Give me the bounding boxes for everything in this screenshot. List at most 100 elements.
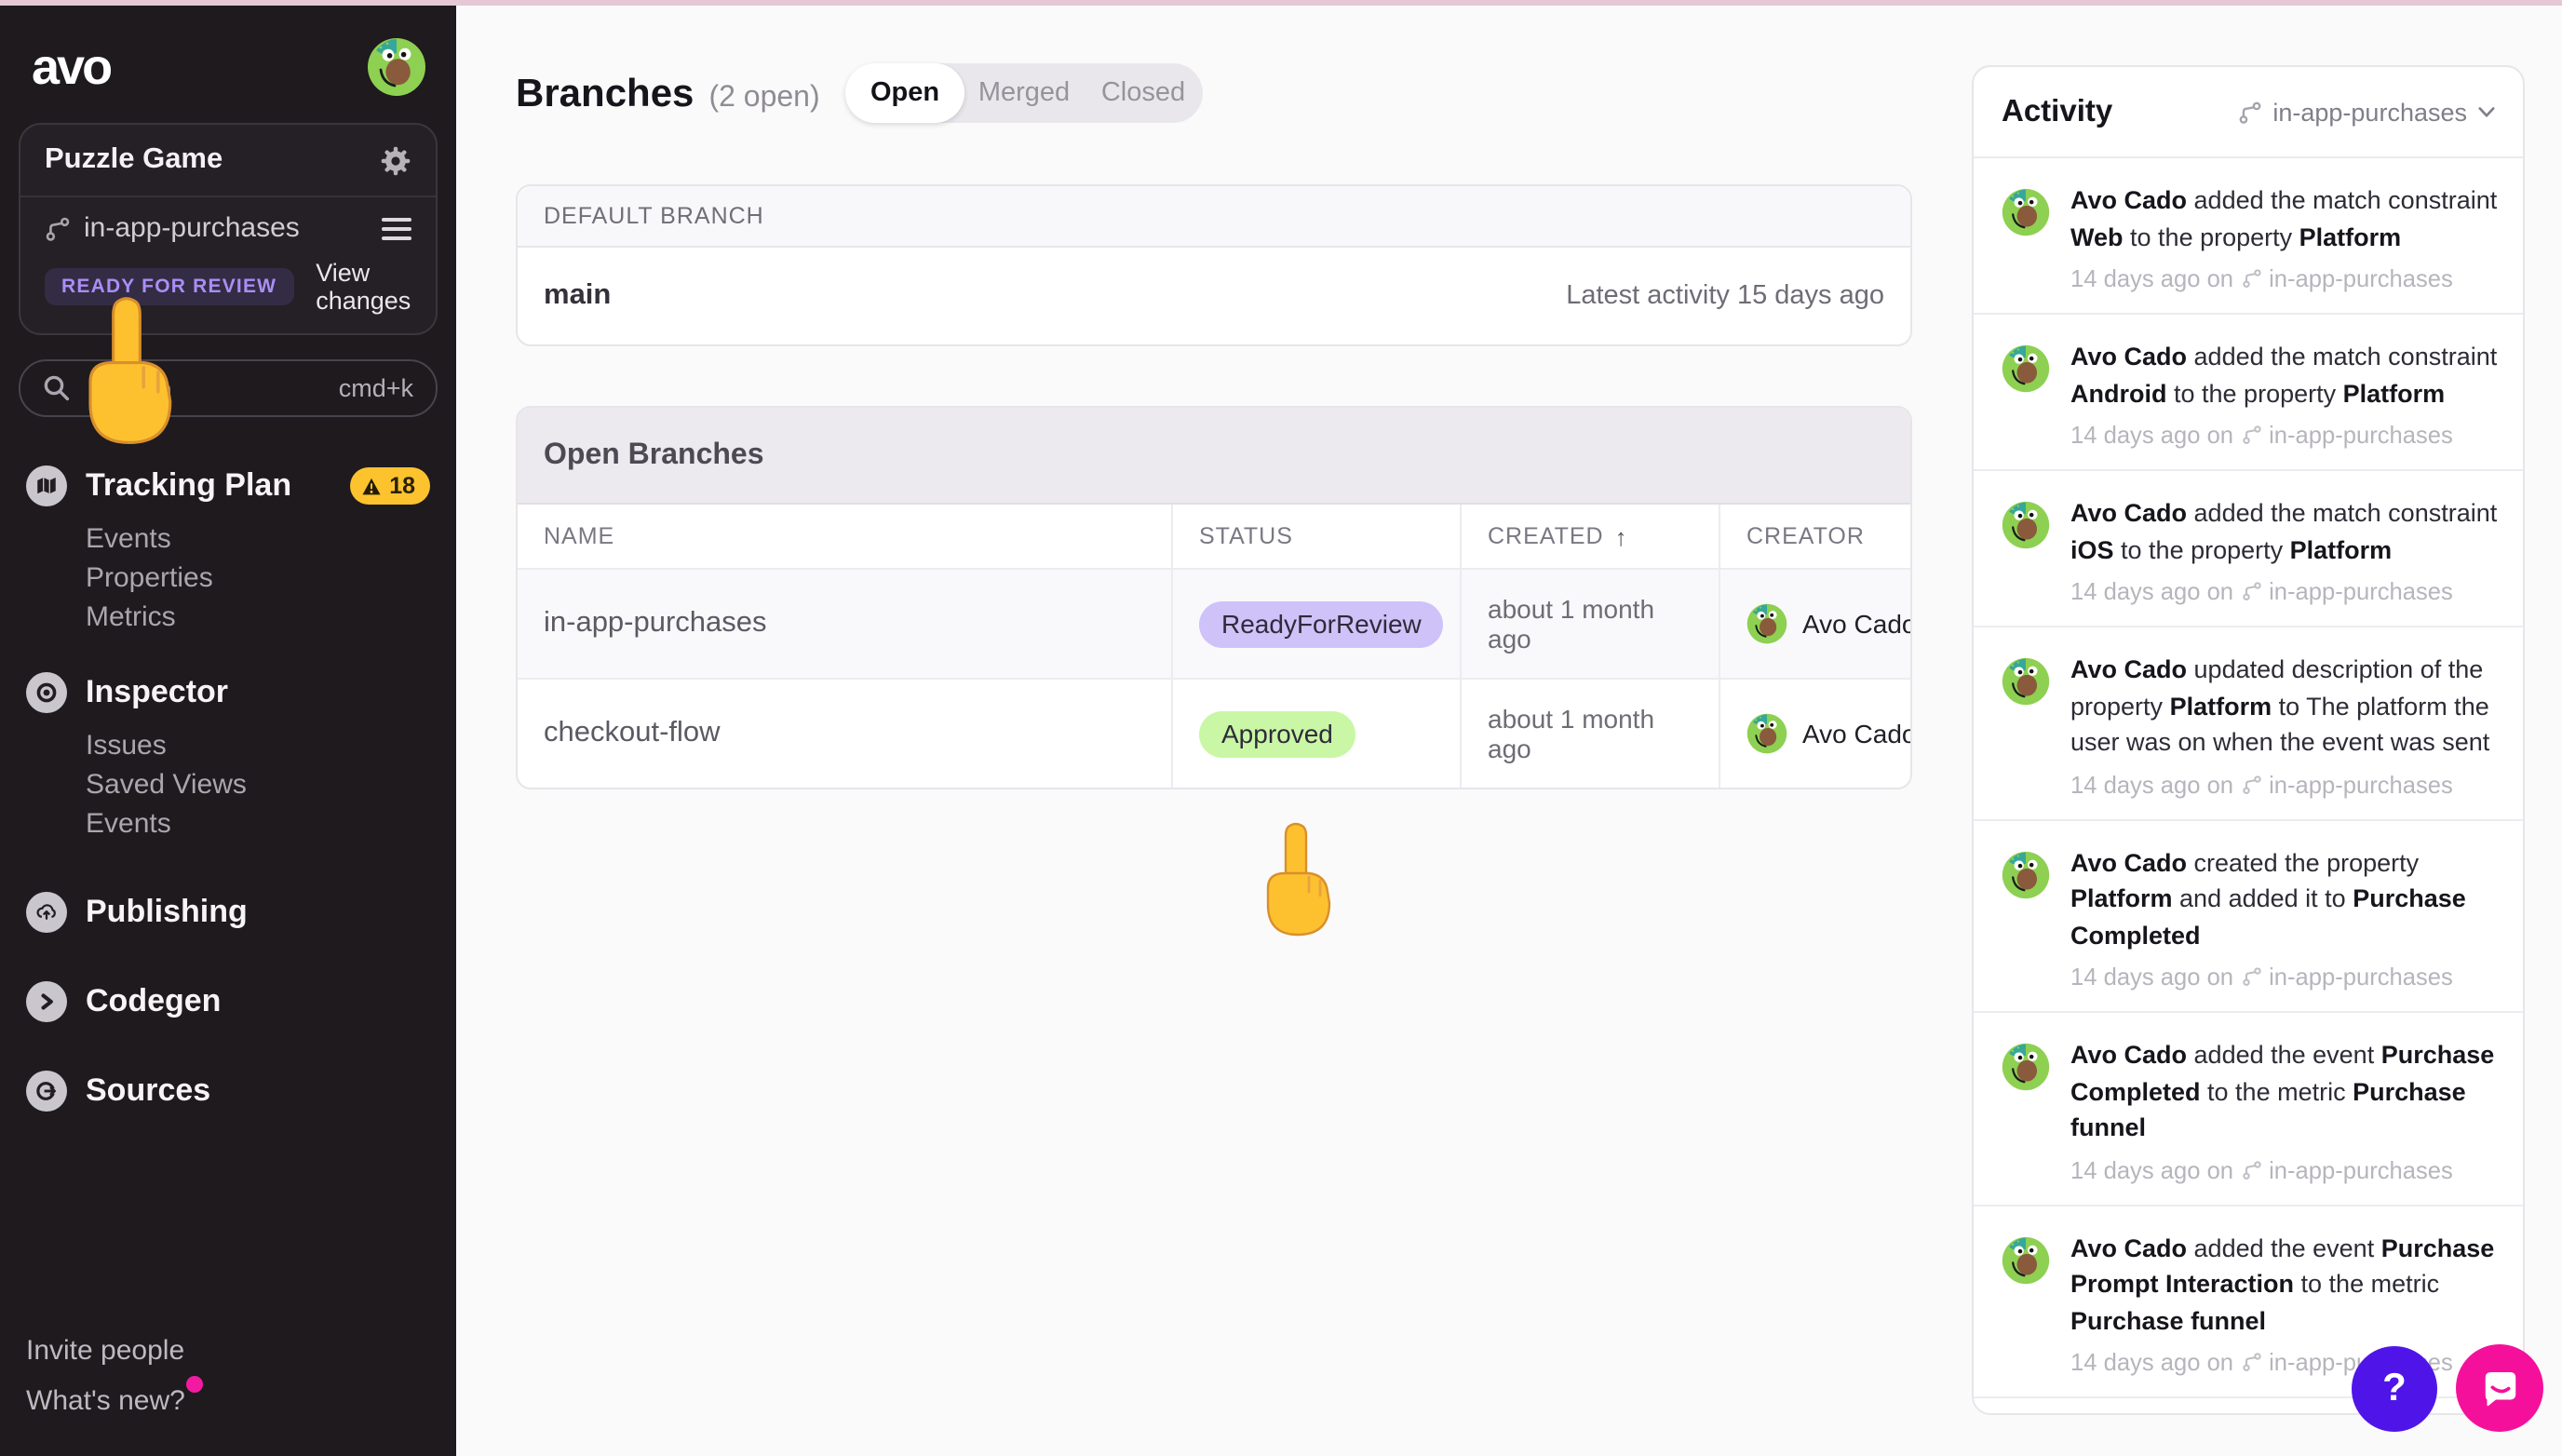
activity-timestamp: 14 days ago on in-app-purchases (2070, 1155, 2453, 1183)
git-branch-icon (2242, 1353, 2260, 1371)
activity-title: Activity (2002, 94, 2113, 128)
avocado-avatar-image (2002, 850, 2050, 898)
chat-intercom-button[interactable] (2456, 1344, 2543, 1432)
activity-item[interactable]: Avo Cado added the event Purchase Comple… (1974, 1013, 2523, 1206)
avocado-avatar-image (2002, 657, 2050, 706)
chat-bubble-icon (2484, 1371, 2515, 1406)
activity-branch-name: in-app-purchases (2272, 98, 2467, 126)
actor-avatar (2002, 657, 2050, 706)
actor-avatar (2002, 501, 2050, 549)
sidebar-item-saved-views[interactable]: Saved Views (86, 765, 430, 804)
activity-timestamp: 14 days ago on in-app-purchases (2070, 963, 2453, 991)
map-icon (26, 465, 67, 506)
created-time: about 1 month ago (1488, 704, 1655, 763)
pointer-hand-cursor (1255, 821, 1337, 940)
column-name: NAME (518, 505, 1173, 568)
publishing-label: Publishing (86, 894, 248, 929)
codegen-label: Codegen (86, 983, 222, 1018)
actor-avatar (2002, 1235, 2050, 1284)
sidebar-item-metrics[interactable]: Metrics (86, 598, 430, 637)
warning-count: 18 (389, 473, 415, 499)
latest-activity-text: Latest activity 15 days ago (1566, 281, 1884, 311)
activity-text: Avo Cado created the property Platform a… (2070, 848, 2466, 949)
sidebar-item-codegen[interactable]: Codegen (26, 981, 430, 1022)
sidebar-item-properties[interactable]: Properties (86, 559, 430, 598)
open-branch-count: (2 open) (708, 82, 820, 114)
activity-timestamp: 14 days ago on in-app-purchases (2070, 577, 2453, 605)
gear-icon[interactable] (380, 144, 411, 176)
activity-branch-filter[interactable]: in-app-purchases (2237, 98, 2495, 126)
sidebar-item-inspector[interactable]: Inspector (26, 672, 430, 713)
activity-timestamp: 14 days ago on in-app-purchases (2070, 421, 2453, 449)
activity-text: Avo Cado updated description of the prop… (2070, 655, 2490, 756)
sidebar-item-publishing[interactable]: Publishing (26, 892, 430, 933)
default-branch-card: DEFAULT BRANCH main Latest activity 15 d… (516, 184, 1912, 346)
sidebar-item-issues[interactable]: Issues (86, 726, 430, 765)
branch-table-row[interactable]: checkout-flow Approved about 1 month ago… (518, 680, 1910, 788)
activity-item[interactable]: Avo Cado added the event Purchase 14 day… (1974, 1398, 2523, 1413)
invite-people-link[interactable]: Invite people (26, 1328, 204, 1376)
activity-text: Avo Cado added the event Purchase Comple… (2070, 1041, 2495, 1141)
branch-filter-tabs: Open Merged Closed (845, 63, 1203, 123)
branch-name: checkout-flow (544, 717, 721, 748)
column-status: STATUS (1173, 505, 1462, 568)
inspector-label: Inspector (86, 674, 229, 709)
activity-item[interactable]: Avo Cado updated description of the prop… (1974, 627, 2523, 820)
activity-feed: Avo Cado added the match constraint Web … (1974, 158, 2523, 1413)
avocado-avatar-image (2002, 501, 2050, 549)
tab-merged[interactable]: Merged (964, 63, 1084, 123)
avo-logo[interactable]: avo (32, 39, 113, 95)
current-branch-selector[interactable]: in-app-purchases (45, 212, 411, 244)
sources-arrow-icon (26, 1071, 67, 1112)
search-icon (44, 375, 70, 401)
inspector-target-icon (26, 672, 67, 713)
issues-warning-badge[interactable]: 18 (350, 467, 430, 505)
avo-app-window: avo Puzzle Game in-app-purchases READY F… (0, 0, 2562, 1456)
avocado-avatar-image (2002, 188, 2050, 236)
branch-table-row[interactable]: in-app-purchases ReadyForReview about 1 … (518, 570, 1910, 680)
column-created-sort[interactable]: CREATED ↑ (1462, 505, 1720, 568)
default-branch-header: DEFAULT BRANCH (518, 186, 1910, 248)
view-changes-link[interactable]: View changes (316, 259, 411, 315)
pointer-hand-cursor (78, 294, 175, 451)
help-button[interactable]: ? (2352, 1346, 2437, 1432)
activity-text: Avo Cado added the match constraint Web … (2070, 186, 2498, 250)
sidebar-item-tracking-plan[interactable]: Tracking Plan 18 (26, 465, 430, 506)
chevron-right-icon (26, 981, 67, 1022)
default-branch-row[interactable]: main Latest activity 15 days ago (518, 248, 1910, 344)
branch-menu-icon[interactable] (382, 217, 411, 239)
git-branch-icon (2242, 269, 2260, 288)
page-title: Branches (516, 73, 694, 115)
avocado-avatar-image (368, 38, 425, 96)
open-branches-card: Open Branches NAME STATUS CREATED ↑ CREAT… (516, 406, 1912, 789)
chevron-down-icon (2478, 106, 2495, 116)
activity-panel: Activity in-app-purchases Avo Cado added… (1972, 65, 2525, 1415)
git-branch-icon (2242, 1160, 2260, 1179)
activity-text: Avo Cado added the match constraint iOS … (2070, 499, 2498, 563)
status-badge: ReadyForReview (1199, 600, 1444, 647)
creator-name: Avo Cado (1802, 609, 1910, 639)
sidebar-item-sources[interactable]: Sources (26, 1071, 430, 1112)
activity-item[interactable]: Avo Cado added the match constraint Web … (1974, 158, 2523, 315)
activity-timestamp: 14 days ago on in-app-purchases (2070, 264, 2453, 292)
activity-item[interactable]: Avo Cado added the event Purchase Prompt… (1974, 1206, 2523, 1398)
activity-item[interactable]: Avo Cado added the match constraint iOS … (1974, 471, 2523, 627)
sort-ascending-icon: ↑ (1614, 522, 1628, 550)
git-branch-icon (2242, 425, 2260, 444)
activity-item[interactable]: Avo Cado added the match constraint Andr… (1974, 315, 2523, 471)
activity-item[interactable]: Avo Cado created the property Platform a… (1974, 820, 2523, 1013)
user-avatar[interactable] (367, 37, 426, 97)
sidebar-item-inspector-events[interactable]: Events (86, 804, 430, 843)
tab-closed[interactable]: Closed (1084, 63, 1203, 123)
tracking-plan-label: Tracking Plan (86, 467, 292, 503)
sidebar-item-events[interactable]: Events (86, 519, 430, 559)
git-branch-icon (46, 216, 70, 240)
activity-timestamp: 14 days ago on in-app-purchases (2070, 770, 2453, 798)
sidebar: avo Puzzle Game in-app-purchases READY F… (0, 0, 456, 1456)
tab-open[interactable]: Open (845, 63, 964, 123)
avocado-avatar-image (2002, 1235, 2050, 1284)
whats-new-link[interactable]: What's new? (26, 1376, 204, 1426)
whats-new-notification-dot (186, 1376, 204, 1393)
workspace-name[interactable]: Puzzle Game (45, 143, 222, 177)
current-branch-name: in-app-purchases (84, 212, 300, 244)
